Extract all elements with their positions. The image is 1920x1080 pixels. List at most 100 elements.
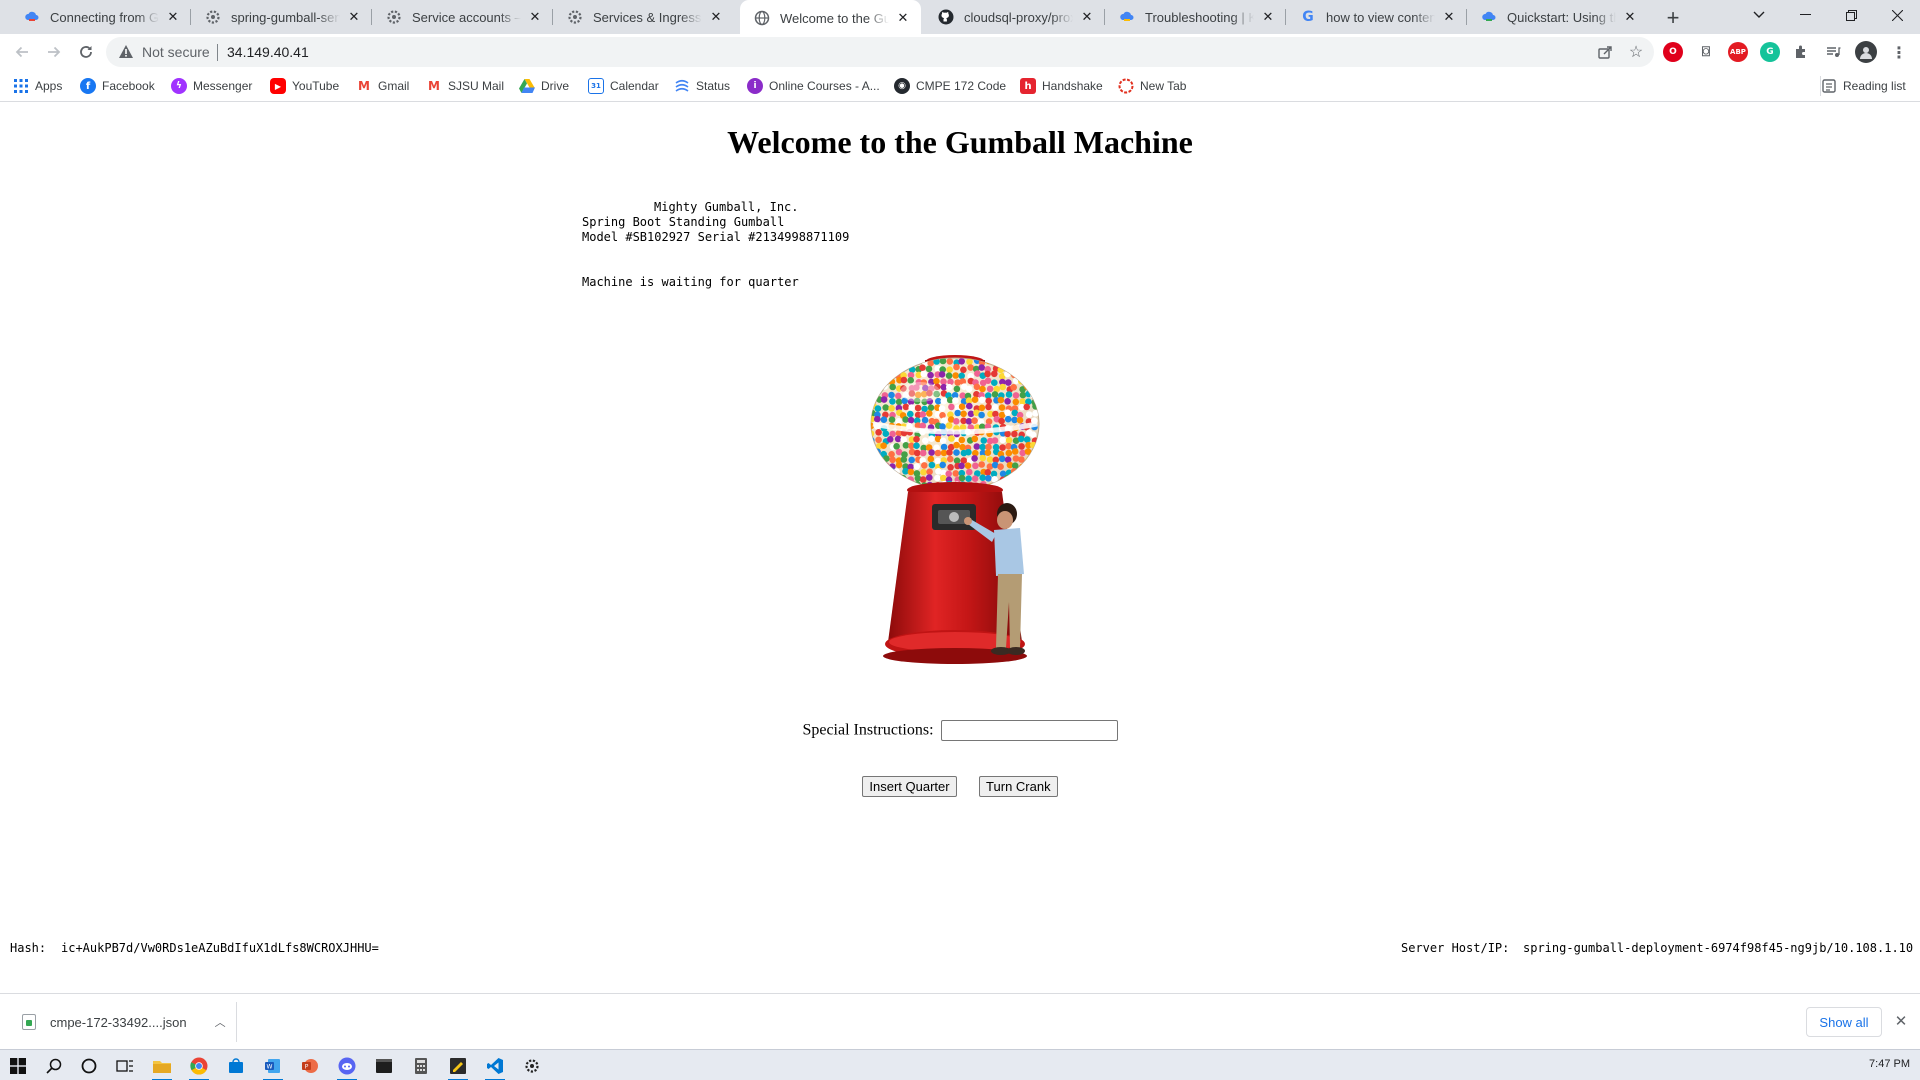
tab-services-ingress[interactable]: Services & Ingress – Kubernetes ✕ (553, 0, 734, 34)
bookmark-new-tab[interactable]: New Tab (1118, 76, 1186, 96)
chrome-icon[interactable] (185, 1053, 213, 1080)
sticky-notes-icon[interactable] (444, 1053, 472, 1080)
tab-spring-gumball-service[interactable]: spring-gumball-service ✕ (191, 0, 372, 34)
bookmark-calendar[interactable]: 31 Calendar (588, 76, 659, 96)
tab-google-search[interactable]: G how to view contents of json ✕ (1286, 0, 1467, 34)
close-icon[interactable]: ✕ (1892, 1012, 1910, 1030)
messenger-icon: ϟ (171, 78, 187, 94)
server-value: spring-gumball-deployment-6974f98f45-ng9… (1523, 941, 1914, 955)
close-icon[interactable]: ✕ (1441, 9, 1457, 25)
tab-service-accounts[interactable]: Service accounts – IAM & Admin ✕ (372, 0, 553, 34)
tab-title: Services & Ingress – Kubernetes (593, 9, 702, 25)
close-icon[interactable]: ✕ (527, 9, 543, 25)
tab-quickstart[interactable]: Quickstart: Using the Cloud SQL ✕ (1467, 0, 1648, 34)
server-label: Server Host/IP: (1401, 941, 1510, 955)
gmail-icon: M (426, 78, 442, 94)
cortana-icon[interactable] (75, 1053, 103, 1079)
taskbar-clock[interactable]: 7:47 PM (1869, 1058, 1910, 1070)
tab-cloudsql-proxy[interactable]: cloudsql-proxy/proxy_configuration ✕ (924, 0, 1105, 34)
bookmark-label: Drive (541, 79, 570, 93)
bookmark-online-courses[interactable]: i Online Courses - A... (747, 76, 880, 96)
turn-crank-button[interactable]: Turn Crank (979, 776, 1058, 797)
bookmark-label: Calendar (610, 79, 659, 93)
task-view-icon[interactable] (111, 1053, 139, 1079)
tab-troubleshooting[interactable]: Troubleshooting | Kubernetes ✕ (1105, 0, 1286, 34)
terminal-icon[interactable] (370, 1053, 398, 1079)
close-window-button[interactable] (1874, 0, 1920, 30)
tab-connecting-from-gke[interactable]: Connecting from Google Kubernetes Engine… (10, 0, 191, 34)
bookmark-facebook[interactable]: f Facebook (80, 76, 155, 96)
restore-button[interactable] (1828, 0, 1874, 30)
bookmark-status[interactable]: Status (674, 76, 730, 96)
bookmark-apps[interactable]: Apps (13, 76, 62, 96)
bookmarks-bar: Apps f Facebook ϟ Messenger ▶ YouTube M … (0, 70, 1920, 102)
close-icon[interactable]: ✕ (708, 9, 724, 25)
profile-avatar[interactable] (1855, 41, 1877, 63)
gcloud-icon (1119, 9, 1135, 25)
discord-icon[interactable] (333, 1053, 361, 1080)
special-instructions-input[interactable] (940, 720, 1118, 741)
bookmark-cmpe-172[interactable]: ◉ CMPE 172 Code (894, 76, 1006, 96)
address-bar[interactable]: Not secure 34.149.40.41 ☆ (106, 37, 1654, 67)
close-icon[interactable]: ✕ (1622, 9, 1638, 25)
tab-title: cloudsql-proxy/proxy_configuration (964, 9, 1073, 25)
vscode-icon[interactable] (481, 1053, 509, 1080)
windows-start-icon[interactable] (4, 1053, 32, 1079)
bookmark-label: Status (696, 79, 731, 93)
close-icon[interactable]: ✕ (895, 10, 911, 26)
bookmark-messenger[interactable]: ϟ Messenger (171, 76, 252, 96)
bookmark-gmail[interactable]: M Gmail (356, 76, 409, 96)
google-icon: G (1302, 9, 1314, 25)
page-content: Welcome to the Gumball Machine Mighty Gu… (0, 103, 1920, 993)
close-icon[interactable]: ✕ (1079, 9, 1095, 25)
search-icon[interactable] (40, 1053, 68, 1079)
tab-gumball-machine[interactable]: Welcome to the Gumball Machine ✕ (740, 0, 921, 36)
camera-ext-icon[interactable]: ⌼ (1696, 42, 1716, 62)
media-control-icon[interactable] (1823, 42, 1843, 62)
close-icon[interactable]: ✕ (1260, 9, 1276, 25)
taskbar: W P 7:47 PM (0, 1049, 1920, 1080)
bookmark-handshake[interactable]: h Handshake (1020, 76, 1103, 96)
menu-kebab-icon[interactable]: ⋮ (1889, 42, 1909, 62)
url-text[interactable]: 34.149.40.41 (227, 44, 309, 60)
gear-icon (567, 9, 583, 25)
download-item[interactable]: cmpe-172-33492....json ︿ (10, 1002, 236, 1042)
opera-ext-icon[interactable]: O (1663, 42, 1683, 62)
forward-button[interactable] (40, 38, 68, 66)
chevron-up-icon[interactable]: ︿ (215, 1014, 226, 1030)
gcloud-icon (1481, 9, 1497, 25)
bookmark-sjsu-mail[interactable]: M SJSU Mail (426, 76, 504, 96)
reload-button[interactable] (72, 38, 100, 66)
security-label[interactable]: Not secure (142, 44, 210, 60)
store-icon[interactable] (222, 1053, 250, 1079)
drive-icon (519, 78, 535, 94)
bookmark-drive[interactable]: Drive (519, 76, 569, 96)
adblock-ext-icon[interactable]: ABP (1728, 42, 1748, 62)
new-tab-button[interactable]: + (1659, 4, 1687, 32)
tab-search-icon[interactable] (1736, 0, 1782, 30)
bookmark-star-icon[interactable]: ☆ (1627, 43, 1645, 61)
bookmark-youtube[interactable]: ▶ YouTube (270, 76, 339, 96)
extensions-icon[interactable] (1791, 42, 1811, 62)
share-icon[interactable] (1596, 43, 1614, 61)
tab-title: Connecting from Google Kubernetes Engine (50, 9, 159, 25)
close-icon[interactable]: ✕ (165, 9, 181, 25)
word-icon[interactable]: W (259, 1053, 287, 1080)
settings-gear-icon[interactable] (518, 1053, 546, 1079)
close-icon[interactable]: ✕ (346, 9, 362, 25)
gcloud-icon (24, 9, 40, 25)
minimize-button[interactable] (1782, 0, 1828, 30)
back-button[interactable] (8, 38, 36, 66)
handshake-icon: h (1020, 78, 1036, 94)
bookmark-label: SJSU Mail (448, 79, 505, 93)
powerpoint-icon[interactable]: P (296, 1053, 324, 1079)
insert-quarter-button[interactable]: Insert Quarter (862, 776, 957, 797)
file-explorer-icon[interactable] (148, 1053, 176, 1080)
reading-list[interactable]: Reading list (1820, 76, 1906, 96)
show-all-button[interactable]: Show all (1806, 1007, 1882, 1037)
warning-icon[interactable] (118, 44, 134, 64)
tab-title: Service accounts – IAM & Admin (412, 9, 521, 25)
calculator-icon[interactable] (407, 1053, 435, 1079)
grammarly-ext-icon[interactable]: G (1760, 42, 1780, 62)
tab-title: Quickstart: Using the Cloud SQL (1507, 9, 1616, 25)
